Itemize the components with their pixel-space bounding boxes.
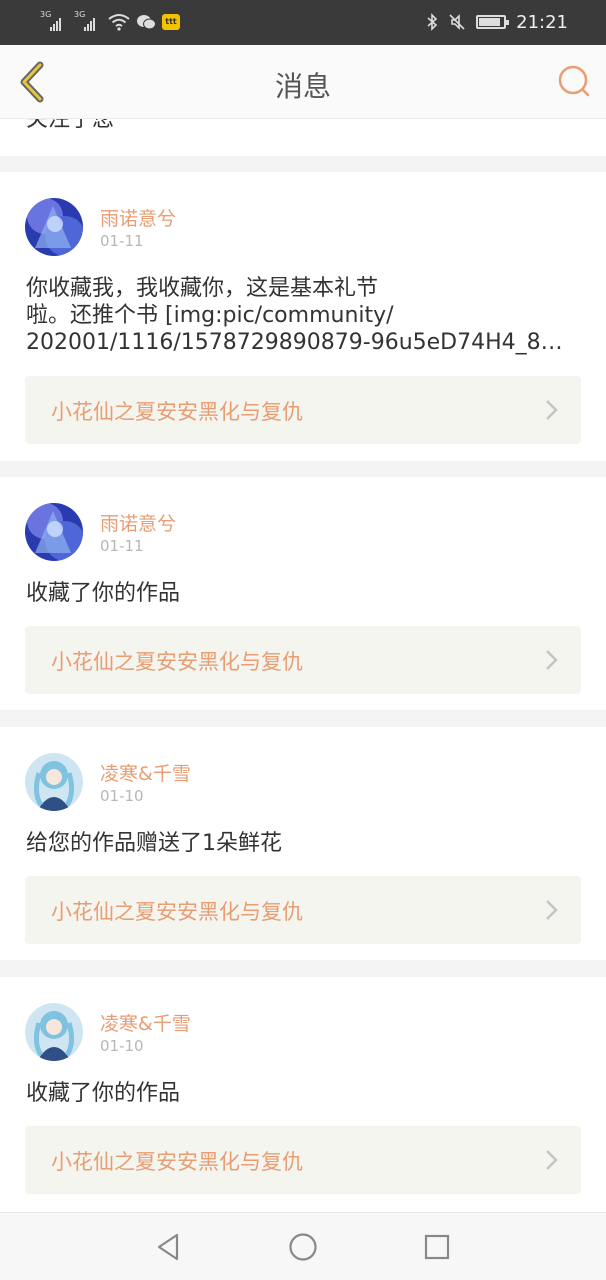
avatar[interactable] xyxy=(25,1003,83,1061)
avatar[interactable] xyxy=(25,198,83,256)
chevron-right-icon xyxy=(546,650,558,670)
message-text: 你收藏我，我收藏你，这是基本礼节 啦。还推个书 [img:pic/communi… xyxy=(26,275,586,356)
recents-square-icon[interactable] xyxy=(421,1231,453,1263)
app-badge-icon: ttt xyxy=(162,14,180,30)
message-date: 01-10 xyxy=(100,1037,144,1055)
username[interactable]: 雨诺意兮 xyxy=(100,204,176,231)
work-link-button[interactable]: 小花仙之夏安安黑化与复仇 xyxy=(25,626,581,694)
wifi-icon xyxy=(108,14,130,31)
message-date: 01-11 xyxy=(100,232,144,250)
message-date: 01-10 xyxy=(100,787,144,805)
signal-icon: 3G xyxy=(40,10,68,33)
chevron-right-icon xyxy=(546,1150,558,1170)
page-title: 消息 xyxy=(274,70,331,103)
work-title: 小花仙之夏安安黑化与复仇 xyxy=(51,400,303,424)
list-item[interactable]: 关注了您 xyxy=(0,119,606,156)
work-title: 小花仙之夏安安黑化与复仇 xyxy=(51,650,303,674)
work-link-button[interactable]: 小花仙之夏安安黑化与复仇 xyxy=(25,876,581,944)
avatar[interactable] xyxy=(25,503,83,561)
message-text: 收藏了你的作品 xyxy=(26,580,586,607)
list-item[interactable]: 雨诺意兮 01-11 你收藏我，我收藏你，这是基本礼节 啦。还推个书 [img:… xyxy=(0,172,606,461)
status-time: 21:21 xyxy=(516,11,568,33)
list-item[interactable]: 雨诺意兮 01-11 收藏了你的作品 小花仙之夏安安黑化与复仇 xyxy=(0,477,606,710)
message-text: 关注了您 xyxy=(26,119,115,132)
message-text: 收藏了你的作品 xyxy=(26,1080,586,1107)
avatar[interactable] xyxy=(25,753,83,811)
battery-icon xyxy=(476,15,510,29)
message-line: 啦。还推个书 [img:pic/community/ xyxy=(26,303,394,328)
work-link-button[interactable]: 小花仙之夏安安黑化与复仇 xyxy=(25,376,581,444)
home-circle-icon[interactable] xyxy=(287,1231,319,1263)
status-bar: 3G 3G ttt 21:21 xyxy=(0,0,606,45)
message-list[interactable]: 关注了您 雨诺意兮 01-11 你收藏我，我收藏你，这是基本礼节 啦。还推个书 … xyxy=(0,119,606,1212)
work-title: 小花仙之夏安安黑化与复仇 xyxy=(51,900,303,924)
list-item[interactable]: 凌寒&千雪 01-10 收藏了你的作品 小花仙之夏安安黑化与复仇 xyxy=(0,977,606,1212)
bluetooth-icon xyxy=(427,13,438,31)
system-nav-bar xyxy=(0,1212,606,1280)
mute-icon xyxy=(449,14,465,30)
back-triangle-icon[interactable] xyxy=(153,1231,185,1263)
message-line: 202001/1116/1578729890879-96u5eD74H4_8… xyxy=(26,330,563,355)
message-line: 收藏了你的作品 xyxy=(26,1081,181,1106)
signal-icon: 3G xyxy=(74,10,102,33)
wechat-icon xyxy=(137,15,156,30)
username[interactable]: 雨诺意兮 xyxy=(100,509,176,536)
app-header: 消息 xyxy=(0,45,606,119)
message-line: 给您的作品赠送了1朵鲜花 xyxy=(26,831,282,856)
chevron-right-icon xyxy=(546,900,558,920)
username[interactable]: 凌寒&千雪 xyxy=(100,759,191,786)
search-icon[interactable] xyxy=(556,63,592,99)
work-title: 小花仙之夏安安黑化与复仇 xyxy=(51,1150,303,1174)
message-date: 01-11 xyxy=(100,537,144,555)
list-item[interactable]: 凌寒&千雪 01-10 给您的作品赠送了1朵鲜花 小花仙之夏安安黑化与复仇 xyxy=(0,727,606,960)
message-line: 你收藏我，我收藏你，这是基本礼节 xyxy=(26,276,379,301)
chevron-right-icon xyxy=(546,400,558,420)
message-text: 给您的作品赠送了1朵鲜花 xyxy=(26,830,586,857)
work-link-button[interactable]: 小花仙之夏安安黑化与复仇 xyxy=(25,1126,581,1194)
message-line: 收藏了你的作品 xyxy=(26,581,181,606)
username[interactable]: 凌寒&千雪 xyxy=(100,1009,191,1036)
